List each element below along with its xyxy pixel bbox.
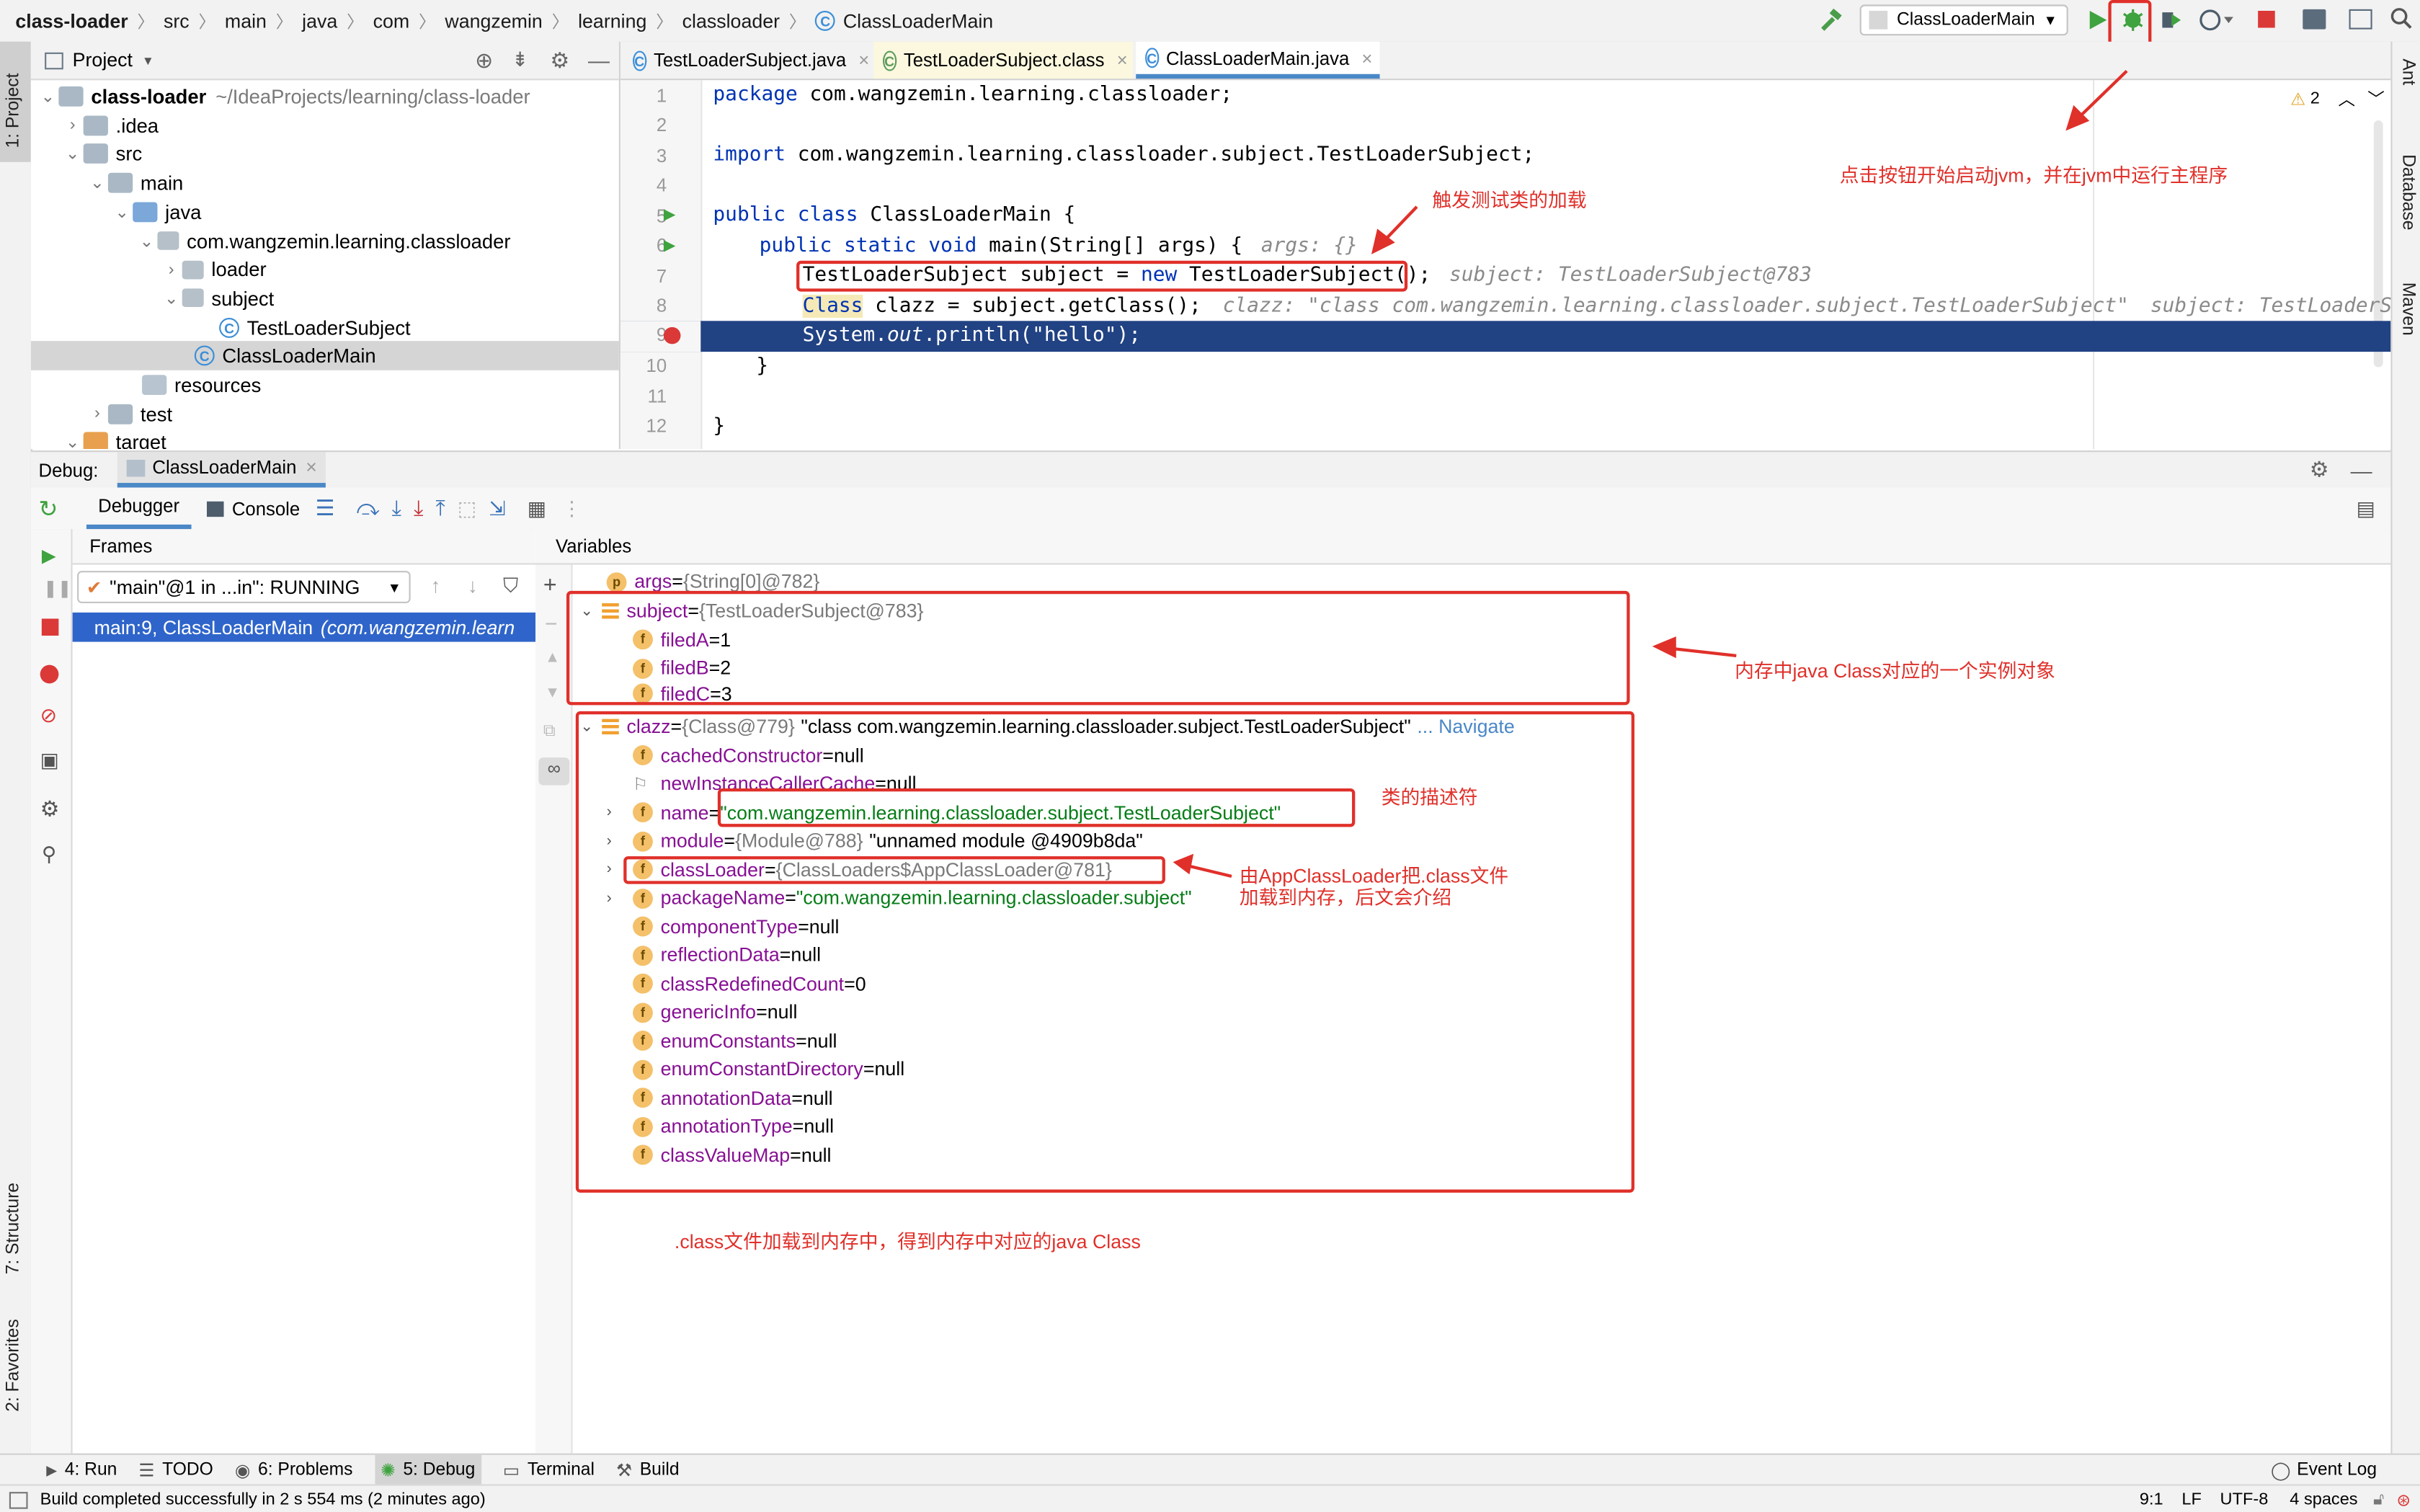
- bug-icon: ✺: [381, 1462, 396, 1482]
- arrow-head: [1173, 853, 1194, 875]
- tool-tab-event-log-label: Event Log: [2297, 1461, 2377, 1480]
- arrow-to-debug-button: [2074, 69, 2128, 122]
- file-encoding[interactable]: UTF-8: [2220, 1490, 2269, 1509]
- tool-tab-run[interactable]: ▶ 4: Run: [46, 1461, 117, 1480]
- tool-tab-terminal[interactable]: ▭ Terminal: [503, 1459, 595, 1481]
- hammer-icon: ⚒: [615, 1462, 633, 1482]
- inspection-profile-icon[interactable]: ⊛: [2396, 1490, 2411, 1510]
- lock-icon[interactable]: 🔓︎: [2373, 1490, 2384, 1510]
- annotation-classloader-line2: 加载到内存，后文会介绍: [1239, 886, 1452, 909]
- tool-tab-debug-label: 5: Debug: [403, 1461, 476, 1480]
- tool-tab-problems-label: 6: Problems: [258, 1461, 353, 1480]
- list-icon: ☰: [138, 1462, 155, 1482]
- tool-window-toggle-icon[interactable]: [9, 1491, 28, 1508]
- annotation-arrows: [1173, 69, 2128, 879]
- tool-tab-debug[interactable]: ✺ 5: Debug: [374, 1454, 481, 1486]
- annotation-trigger-load: 触发测试类的加载: [1432, 190, 1587, 212]
- annotation-instance: 内存中java Class对应的一个实例对象: [1735, 660, 2055, 682]
- indent-setting[interactable]: 4 spaces: [2290, 1490, 2357, 1509]
- tool-tab-todo-label: TODO: [162, 1461, 213, 1480]
- status-bar: Build completed successfully in 2 s 554 …: [0, 1484, 2420, 1512]
- run-icon: ▶: [46, 1462, 58, 1477]
- arrow-to-subject: [1666, 646, 1737, 657]
- caret-position[interactable]: 9:1: [2140, 1490, 2163, 1509]
- tool-tab-build[interactable]: ⚒ Build: [616, 1459, 680, 1481]
- problems-icon: ◉: [234, 1462, 251, 1482]
- line-separator[interactable]: LF: [2181, 1490, 2202, 1509]
- tool-tab-todo[interactable]: ☰ TODO: [138, 1459, 213, 1481]
- annotation-descriptor: 类的描述符: [1381, 786, 1478, 809]
- annotation-run-jvm: 点击按钮开始启动jvm，并在jvm中运行主程序: [1839, 165, 2228, 187]
- terminal-icon: ▭: [502, 1462, 520, 1482]
- tool-tab-terminal-label: Terminal: [527, 1461, 595, 1480]
- event-log-icon: ◯: [2270, 1462, 2291, 1482]
- status-message[interactable]: Build completed successfully in 2 s 554 …: [40, 1490, 486, 1509]
- annotation-summary: .class文件加载到内存中，得到内存中对应的java Class: [674, 1231, 1141, 1253]
- tool-tab-run-label: 4: Run: [64, 1461, 117, 1480]
- tool-tab-event-log[interactable]: ◯ Event Log: [2271, 1459, 2377, 1481]
- tool-tab-problems[interactable]: ◉ 6: Problems: [235, 1459, 353, 1481]
- tool-tab-build-label: Build: [639, 1461, 680, 1480]
- arrow-head: [1652, 636, 1676, 659]
- bottom-tool-bar: ▶ 4: Run ☰ TODO ◉ 6: Problems ✺ 5: Debug ▭ Te…: [0, 1453, 2420, 1486]
